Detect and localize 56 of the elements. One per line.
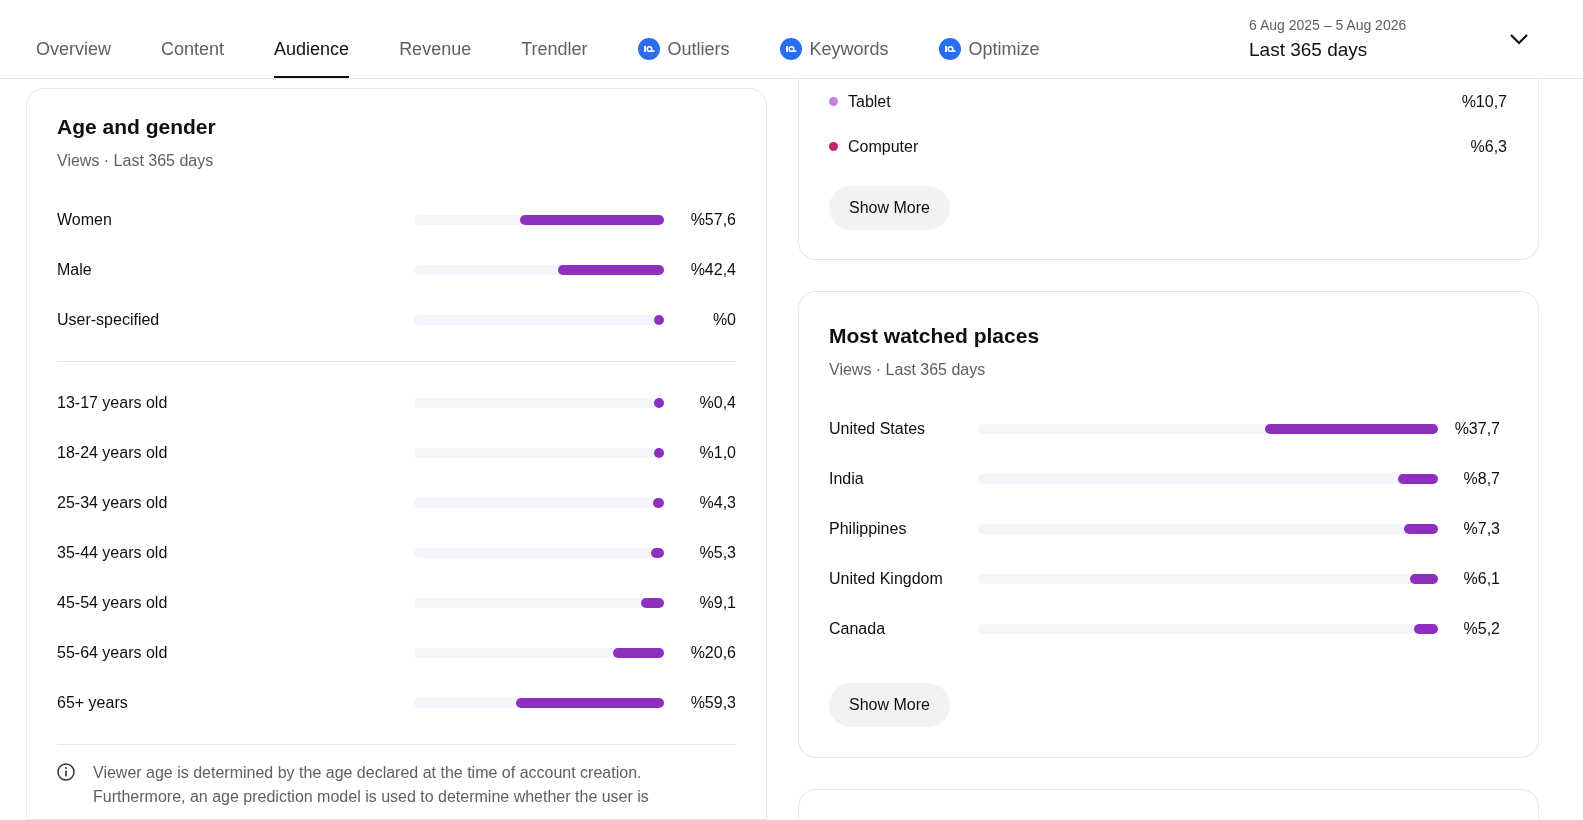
- tab[interactable]: Revenue: [399, 18, 472, 78]
- tab[interactable]: Content: [161, 18, 225, 78]
- row-label: 25-34 years old: [57, 492, 169, 513]
- row-label: 45-54 years old: [57, 592, 169, 613]
- tab[interactable]: Overview: [36, 18, 111, 78]
- card-subtitle: Views · Last 365 days: [57, 150, 215, 171]
- row-value: %37,7: [1453, 418, 1500, 439]
- row-value: %0: [711, 309, 736, 330]
- row-value: %8,7: [1462, 468, 1500, 489]
- card-subtitle: Views · Last 365 days: [829, 359, 987, 380]
- row-label: Male: [57, 259, 93, 280]
- row-value: %7,3: [1462, 518, 1500, 539]
- row-value: %57,6: [689, 209, 736, 230]
- date-range: 6 Aug 2025 – 5 Aug 2026: [1249, 16, 1408, 36]
- row-value: %5,3: [698, 542, 736, 563]
- tab[interactable]: Trendler: [521, 18, 588, 78]
- tab[interactable]: Keywords: [779, 18, 889, 78]
- card-title: Most watched places: [829, 323, 1041, 349]
- row-label: United Kingdom: [829, 568, 944, 589]
- row-label: Women: [57, 209, 113, 230]
- row-label: Philippines: [829, 518, 908, 539]
- row-value: %4,3: [698, 492, 736, 513]
- row-value: %20,6: [689, 642, 736, 663]
- row-value: %6,3: [1470, 136, 1507, 157]
- row-value: %1,0: [698, 442, 736, 463]
- tab[interactable]: Optimize: [938, 18, 1040, 78]
- row-value: %10,7: [1461, 91, 1507, 112]
- row-label: Tablet: [848, 91, 892, 112]
- show-more-button[interactable]: Show More: [829, 186, 950, 230]
- row-value: %0,4: [698, 392, 736, 413]
- tool-logo-icon: [779, 38, 802, 60]
- row-label: 35-44 years old: [57, 542, 169, 563]
- row-label: Computer: [848, 136, 920, 157]
- show-more-button[interactable]: Show More: [829, 682, 950, 727]
- tab[interactable]: Outliers: [637, 18, 730, 78]
- row-value: %5,2: [1462, 618, 1500, 639]
- row-value: %59,3: [689, 692, 736, 713]
- row-label: 55-64 years old: [57, 642, 169, 663]
- row-label: Canada: [829, 618, 887, 639]
- row-value: %42,4: [689, 259, 736, 280]
- row-label: India: [829, 468, 865, 489]
- row-label: United States: [829, 418, 927, 439]
- info-icon: [57, 762, 75, 781]
- age-note: Viewer age is determined by the age declared at the time of account creation. Furthermore, an age prediction model is used to determine whether the user is: [93, 762, 650, 807]
- row-value: %6,1: [1462, 568, 1500, 589]
- row-label: 18-24 years old: [57, 442, 169, 463]
- row-label: User-specified: [57, 309, 161, 330]
- card-title: Age and gender: [57, 114, 217, 140]
- tool-logo-icon: [637, 38, 660, 60]
- chevron-down-icon: [1510, 33, 1528, 45]
- row-label: 65+ years: [57, 692, 129, 713]
- row-label: 13-17 years old: [57, 392, 169, 413]
- tool-logo-icon: [938, 38, 961, 60]
- tab[interactable]: Audience: [274, 18, 350, 78]
- period-label: Last 365 days: [1249, 38, 1369, 63]
- row-value: %9,1: [698, 592, 736, 613]
